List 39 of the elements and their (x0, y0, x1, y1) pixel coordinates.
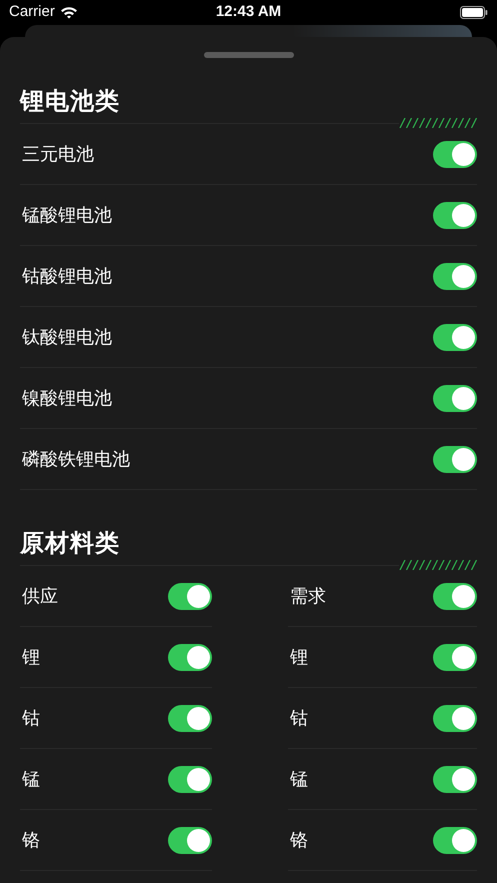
drag-handle[interactable] (204, 52, 294, 58)
option-label: 磷酸铁锂电池 (21, 448, 130, 470)
option-label: 镍酸锂电池 (21, 386, 112, 410)
toggle-switch[interactable] (433, 324, 477, 350)
option-label: 铬 (289, 828, 308, 852)
toggle-switch[interactable] (168, 704, 212, 732)
option-label: 锂 (21, 646, 40, 668)
toggle-switch[interactable] (168, 766, 212, 792)
toggle-switch[interactable] (168, 644, 212, 670)
option-label: 锰 (21, 768, 40, 790)
option-label: 供应 (21, 584, 58, 608)
toggle-switch[interactable] (168, 826, 212, 854)
option-label: 钴 (289, 706, 308, 730)
option-label: 钴酸锂电池 (21, 264, 112, 288)
toggle-switch[interactable] (433, 384, 477, 412)
option-label: 铬 (21, 828, 40, 852)
section-title: 锂电池类 (20, 88, 120, 115)
option-label: 钛酸锂电池 (21, 326, 112, 348)
option-label: 锰酸锂电池 (21, 204, 112, 226)
option-label: 锂 (289, 646, 308, 668)
section-title: 原材料类 (20, 530, 120, 557)
toggle-switch[interactable] (433, 704, 477, 732)
option-label: 钴 (21, 706, 40, 730)
toggle-switch[interactable] (433, 446, 477, 472)
clock-time: 12:43 AM (216, 2, 282, 22)
battery-icon (460, 6, 488, 19)
toggle-switch[interactable] (433, 644, 477, 670)
toggle-switch[interactable] (433, 766, 477, 792)
toggle-switch[interactable] (433, 582, 477, 610)
toggle-switch[interactable] (433, 202, 477, 228)
carrier-label: Carrier (9, 2, 55, 22)
option-label: 需求 (289, 584, 326, 608)
option-label: 锰 (289, 768, 308, 790)
wifi-icon (60, 6, 78, 19)
option-label: 三元电池 (21, 142, 94, 166)
toggle-switch[interactable] (433, 826, 477, 854)
toggle-switch[interactable] (433, 262, 477, 290)
toggle-switch[interactable] (168, 582, 212, 610)
toggle-switch[interactable] (433, 140, 477, 168)
